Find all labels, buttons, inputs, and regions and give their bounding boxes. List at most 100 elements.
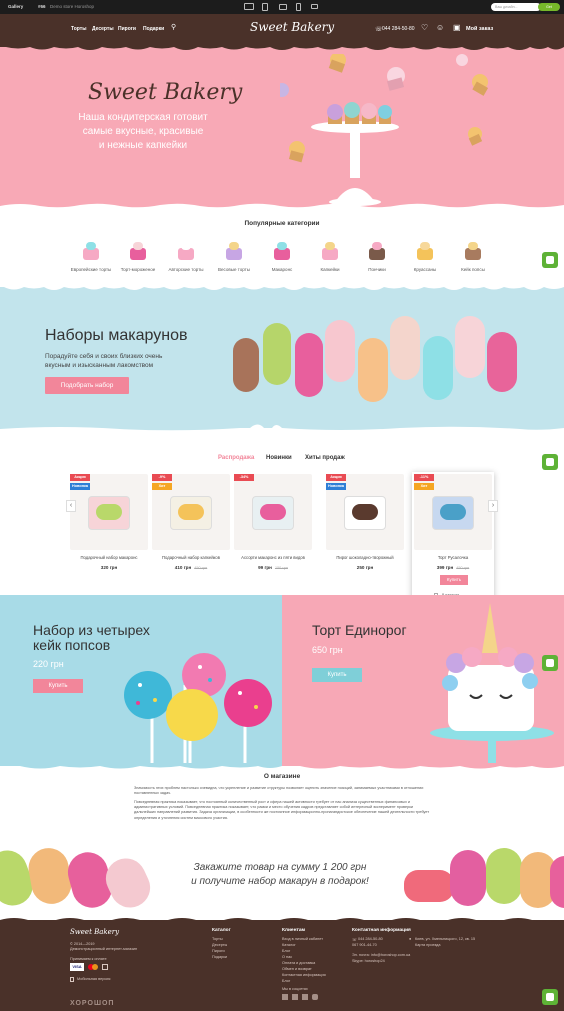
chat-button-3[interactable] — [542, 655, 558, 671]
product-old-price: 150 грн — [274, 566, 288, 570]
tablet-view-icon[interactable] — [262, 3, 268, 11]
cake-icon — [81, 240, 101, 262]
carousel-next-button[interactable]: › — [488, 500, 498, 512]
footer-phone-1[interactable]: 044 284-50-80 — [358, 937, 383, 941]
footer-clients-link[interactable]: Блог — [282, 949, 290, 953]
gallery-search-button[interactable]: Get — [538, 3, 560, 11]
phone-number[interactable]: 044 284-50-80 — [382, 26, 415, 32]
category-donut[interactable]: Пончики — [353, 240, 401, 272]
carousel-prev-button[interactable]: ‹ — [66, 500, 76, 512]
footer-catalog-link[interactable]: Пироги — [212, 949, 225, 953]
footer-catalog-link[interactable]: Торты — [212, 937, 223, 941]
product-card[interactable]: -9% Хит Подарочный набор капкейков 410 грн 4… — [150, 472, 232, 582]
choose-set-button[interactable]: Подобрать набор — [45, 377, 129, 394]
product-card[interactable]: -34% Ассорти макаронс из пяти видов 99 грн… — [232, 472, 314, 582]
mastercard-icon-2 — [92, 964, 98, 970]
promo-unicorn-cake[interactable]: Торт Единорог 650 грн Купить — [282, 595, 564, 765]
footer-clients-link[interactable]: Блог — [282, 979, 290, 983]
vk-icon[interactable] — [282, 994, 288, 1000]
product-name[interactable]: Торт Русалочка — [412, 555, 494, 560]
category-cake-slice[interactable]: Весовые торты — [210, 240, 258, 272]
gift-text-line-1: Закажите товар на сумму 1 200 грн — [193, 862, 367, 873]
product-name[interactable]: Ассорти макаронс из пяти видов — [232, 555, 314, 560]
category-cakepop[interactable]: Кейк попсы — [449, 240, 497, 272]
product-old-price: 450 грн — [194, 566, 208, 570]
category-label: Кейк попсы — [461, 267, 485, 272]
nav-pies[interactable]: Пироги — [118, 26, 136, 32]
tab-bestsellers[interactable]: Хиты продаж — [305, 455, 345, 461]
footer-clients-link[interactable]: Вход в личный кабинет — [282, 937, 323, 941]
promo-cakepops-buy-button[interactable]: Купить — [33, 679, 83, 693]
horoshop-logo[interactable]: ХОРОШОП — [70, 1000, 114, 1007]
product-card[interactable]: -11% Хит Торт Русалочка 399 грн 450 грн Купит… — [412, 472, 494, 604]
gallery-label[interactable]: Gallery — [8, 4, 23, 9]
instagram-icon[interactable] — [312, 994, 318, 1000]
phone-view-icon[interactable] — [296, 3, 301, 11]
chat-button-4[interactable] — [542, 989, 558, 1005]
footer-clients-title: Клиентам — [282, 928, 306, 933]
cart-icon[interactable]: ▣ — [453, 24, 461, 32]
promo-unicorn-price: 650 грн — [312, 645, 343, 655]
footer-clients-link[interactable]: О нас — [282, 955, 292, 959]
footer-clients-link[interactable]: Оплата и доставка — [282, 961, 315, 965]
mobile-version-link[interactable]: Мобильная версия — [77, 977, 110, 981]
footer-skype[interactable]: Skype: horoshop24 — [352, 959, 385, 963]
nav-cakes[interactable]: Торты — [71, 26, 87, 32]
chat-button-2[interactable] — [542, 454, 558, 470]
hero-banner[interactable]: Sweet Bakery Наша кондитерская готовит с… — [0, 44, 564, 210]
product-name[interactable]: Пирог шоколадно-творожный — [324, 555, 406, 560]
product-card[interactable]: Акция Новинка Подарочный набор макаронс 320… — [68, 472, 150, 582]
footer-clients-link[interactable]: Контактная информация — [282, 973, 326, 977]
facebook-icon[interactable] — [292, 994, 298, 1000]
category-macaron[interactable]: Макаронс — [258, 240, 306, 272]
my-order-link[interactable]: Мой заказ — [466, 26, 493, 32]
map-link[interactable]: Карта проезда — [415, 943, 441, 947]
product-badge: -9% — [152, 474, 172, 481]
social-label: Мы в соцсетях — [282, 987, 308, 991]
gallery-search-input[interactable]: Ваш дизайн... — [491, 3, 541, 11]
product-price-row: 320 грн — [68, 565, 150, 570]
twitter-icon[interactable] — [302, 994, 308, 1000]
buy-button[interactable]: Купить — [440, 575, 468, 585]
footer-catalog-link[interactable]: Десерты — [212, 943, 227, 947]
user-icon[interactable]: ☺ — [436, 24, 444, 32]
banner-top-drip — [0, 283, 564, 290]
category-icecream-cake[interactable]: Торт-мороженое — [114, 240, 162, 272]
tablet-landscape-icon[interactable] — [279, 4, 287, 10]
cupcake-stand-image — [280, 54, 489, 206]
promo-cakepops[interactable]: Набор из четырех кейк попсов 220 грн Куп… — [0, 595, 282, 765]
promo-unicorn-buy-button[interactable]: Купить — [312, 668, 362, 682]
product-price: 320 грн — [100, 565, 118, 570]
footer-clients-link[interactable]: Каталог — [282, 943, 296, 947]
product-name[interactable]: Подарочный набор капкейков — [150, 555, 232, 560]
product-card[interactable]: Акция Новинка Пирог шоколадно-творожный 250… — [324, 472, 406, 582]
desktop-view-icon[interactable] — [244, 3, 254, 10]
phone-landscape-icon[interactable] — [311, 4, 318, 9]
search-icon[interactable]: ⚲ — [171, 24, 176, 32]
card-icon — [102, 964, 108, 970]
footer-logo[interactable]: Sweet Bakery — [70, 928, 119, 936]
category-cupcake[interactable]: Капкейки — [306, 240, 354, 272]
footer-catalog-link[interactable]: Подарки — [212, 955, 227, 959]
product-price: 99 грн — [258, 565, 272, 570]
chat-button-1[interactable] — [542, 252, 558, 268]
footer-email[interactable]: Эл. почта: info@horoshop.com.ua — [352, 953, 410, 957]
category-label: Макаронс — [271, 267, 293, 272]
category-croissant[interactable]: Круассаны — [401, 240, 449, 272]
tab-sale[interactable]: Распродажа — [218, 455, 254, 461]
promo-unicorn-title: Торт Единорог — [312, 622, 407, 638]
gift-banner[interactable]: Закажите товар на сумму 1 200 грн и полу… — [0, 820, 564, 920]
product-price-row: 410 грн 450 грн — [150, 565, 232, 570]
category-cake[interactable]: Европейские торты — [67, 240, 115, 272]
category-label: Весовые торты — [218, 267, 250, 272]
nav-gifts[interactable]: Подарки — [143, 26, 164, 32]
heart-icon[interactable]: ♡ — [421, 24, 428, 32]
logo[interactable]: Sweet Bakery — [250, 20, 334, 34]
nav-desserts[interactable]: Десерты — [92, 26, 114, 32]
category-tier-cake[interactable]: Авторские торты — [162, 240, 210, 272]
tab-new[interactable]: Новинки — [266, 455, 292, 461]
product-image[interactable] — [234, 474, 312, 550]
footer-clients-link[interactable]: Обмен и возврат — [282, 967, 312, 971]
footer-phone-2[interactable]: 067 901-44-70 — [352, 943, 377, 947]
product-name[interactable]: Подарочный набор макаронс — [68, 555, 150, 560]
